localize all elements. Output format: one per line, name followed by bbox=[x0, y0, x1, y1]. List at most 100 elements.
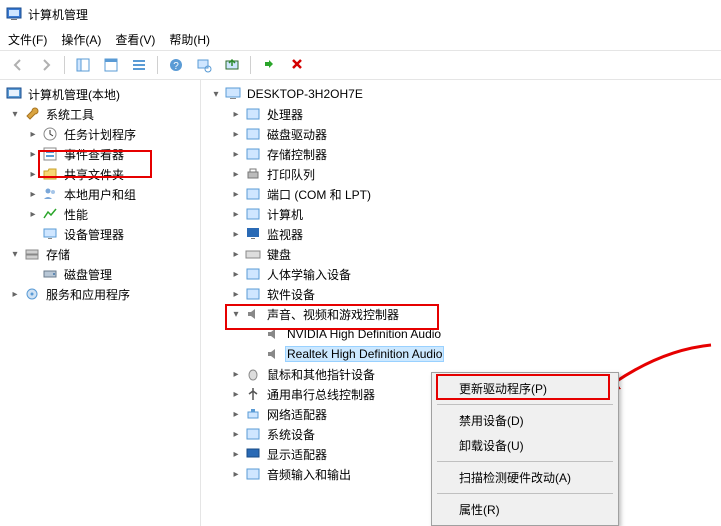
chevron-right-icon[interactable]: ▸ bbox=[26, 127, 40, 141]
local-users-node[interactable]: ▸ 本地用户和组 bbox=[0, 184, 200, 204]
forward-button[interactable] bbox=[34, 53, 58, 77]
ctx-uninstall-device[interactable]: 卸载设备(U) bbox=[435, 433, 615, 458]
system-tools-node[interactable]: ▾ 系统工具 bbox=[0, 104, 200, 124]
system-icon bbox=[245, 426, 261, 442]
shared-folders-node[interactable]: ▸ 共享文件夹 bbox=[0, 164, 200, 184]
device-node[interactable]: ▸计算机 bbox=[201, 204, 721, 224]
chevron-right-icon[interactable]: ▸ bbox=[26, 167, 40, 181]
left-tree-pane[interactable]: 计算机管理(本地) ▾ 系统工具 ▸ 任务计划程序 ▸ 事件查看器 ▸ 共享文件… bbox=[0, 80, 201, 526]
ctx-disable-device[interactable]: 禁用设备(D) bbox=[435, 408, 615, 433]
chevron-right-icon[interactable]: ▸ bbox=[8, 287, 22, 301]
services-apps-node[interactable]: ▸ 服务和应用程序 bbox=[0, 284, 200, 304]
device-label: 网络适配器 bbox=[265, 405, 329, 424]
local-users-label: 本地用户和组 bbox=[62, 185, 138, 204]
services-icon bbox=[24, 286, 40, 302]
chevron-right-icon[interactable]: ▸ bbox=[229, 247, 243, 261]
chevron-down-icon[interactable]: ▾ bbox=[209, 87, 223, 101]
chevron-down-icon[interactable]: ▾ bbox=[229, 307, 243, 321]
chevron-right-icon[interactable]: ▸ bbox=[229, 107, 243, 121]
performance-node[interactable]: ▸ 性能 bbox=[0, 204, 200, 224]
chevron-right-icon[interactable]: ▸ bbox=[229, 267, 243, 281]
device-manager-node[interactable]: 设备管理器 bbox=[0, 224, 200, 244]
chevron-right-icon[interactable]: ▸ bbox=[229, 287, 243, 301]
wrench-icon bbox=[24, 106, 40, 122]
svg-text:?: ? bbox=[173, 61, 179, 72]
help-button[interactable]: ? bbox=[164, 53, 188, 77]
device-node[interactable]: ▸键盘 bbox=[201, 244, 721, 264]
ctx-scan-hardware[interactable]: 扫描检测硬件改动(A) bbox=[435, 465, 615, 490]
printer-icon bbox=[245, 166, 261, 182]
device-manager-icon bbox=[42, 226, 58, 242]
shared-folders-label: 共享文件夹 bbox=[62, 165, 126, 184]
mouse-icon bbox=[245, 366, 261, 382]
device-node[interactable]: ▸存储控制器 bbox=[201, 144, 721, 164]
cpu-icon bbox=[245, 106, 261, 122]
chevron-right-icon[interactable]: ▸ bbox=[229, 227, 243, 241]
left-root-node[interactable]: 计算机管理(本地) bbox=[0, 84, 200, 104]
keyboard-icon bbox=[245, 246, 261, 262]
chevron-right-icon[interactable]: ▸ bbox=[229, 387, 243, 401]
right-tree-pane[interactable]: ▾ DESKTOP-3H2OH7E ▸处理器▸磁盘驱动器▸存储控制器▸打印队列▸… bbox=[201, 80, 721, 526]
sound-controllers-label: 声音、视频和游戏控制器 bbox=[265, 305, 401, 324]
device-node[interactable]: ▸处理器 bbox=[201, 104, 721, 124]
device-label: 软件设备 bbox=[265, 285, 317, 304]
menu-help[interactable]: 帮助(H) bbox=[169, 31, 210, 48]
device-node[interactable]: ▸ 磁盘驱动器 bbox=[201, 124, 721, 144]
update-driver-button[interactable] bbox=[220, 53, 244, 77]
chevron-right-icon[interactable]: ▸ bbox=[229, 167, 243, 181]
properties-toolbar-button[interactable] bbox=[99, 53, 123, 77]
device-node[interactable]: ▸ 软件设备 bbox=[201, 284, 721, 304]
device-node[interactable]: ▸打印队列 bbox=[201, 164, 721, 184]
show-hide-tree-button[interactable] bbox=[71, 53, 95, 77]
disk-management-node[interactable]: 磁盘管理 bbox=[0, 264, 200, 284]
chevron-right-icon[interactable]: ▸ bbox=[26, 147, 40, 161]
chevron-right-icon[interactable]: ▸ bbox=[229, 127, 243, 141]
device-label: 磁盘驱动器 bbox=[265, 125, 329, 144]
chevron-right-icon[interactable]: ▸ bbox=[229, 187, 243, 201]
chevron-right-icon[interactable]: ▸ bbox=[26, 187, 40, 201]
task-scheduler-node[interactable]: ▸ 任务计划程序 bbox=[0, 124, 200, 144]
chevron-right-icon[interactable]: ▸ bbox=[229, 447, 243, 461]
toolbar-sep bbox=[157, 56, 158, 74]
device-node[interactable]: NVIDIA High Definition Audio bbox=[201, 324, 721, 344]
chevron-right-icon[interactable]: ▸ bbox=[229, 467, 243, 481]
ctx-separator bbox=[437, 404, 613, 405]
menu-action[interactable]: 操作(A) bbox=[61, 31, 101, 48]
scan-hardware-button[interactable] bbox=[192, 53, 216, 77]
chevron-right-icon[interactable]: ▸ bbox=[229, 207, 243, 221]
device-node[interactable]: ▸ 端口 (COM 和 LPT) bbox=[201, 184, 721, 204]
uninstall-device-button[interactable] bbox=[285, 53, 309, 77]
device-node[interactable]: ▸人体学输入设备 bbox=[201, 264, 721, 284]
ctx-update-driver[interactable]: 更新驱动程序(P) bbox=[435, 376, 615, 401]
context-menu: 更新驱动程序(P) 禁用设备(D) 卸载设备(U) 扫描检测硬件改动(A) 属性… bbox=[431, 372, 619, 526]
app-icon bbox=[6, 6, 22, 22]
device-node[interactable]: Realtek High Definition Audio bbox=[201, 344, 721, 364]
chevron-right-icon[interactable]: ▸ bbox=[229, 427, 243, 441]
task-scheduler-label: 任务计划程序 bbox=[62, 125, 138, 144]
clock-icon bbox=[42, 126, 58, 142]
menu-view[interactable]: 查看(V) bbox=[115, 31, 155, 48]
menu-file[interactable]: 文件(F) bbox=[8, 31, 47, 48]
device-label: 通用串行总线控制器 bbox=[265, 385, 377, 404]
chevron-right-icon[interactable]: ▸ bbox=[229, 147, 243, 161]
storage-node[interactable]: ▾ 存储 bbox=[0, 244, 200, 264]
chevron-down-icon[interactable]: ▾ bbox=[8, 107, 22, 121]
chevron-down-icon[interactable]: ▾ bbox=[8, 247, 22, 261]
chevron-right-icon[interactable]: ▸ bbox=[229, 407, 243, 421]
monitor-icon bbox=[245, 226, 261, 242]
chevron-right-icon[interactable]: ▸ bbox=[26, 207, 40, 221]
ctx-properties[interactable]: 属性(R) bbox=[435, 497, 615, 522]
sound-controllers-node[interactable]: ▾ 声音、视频和游戏控制器 bbox=[201, 304, 721, 324]
chevron-right-icon[interactable]: ▸ bbox=[229, 367, 243, 381]
ctx-separator bbox=[437, 493, 613, 494]
device-node[interactable]: ▸监视器 bbox=[201, 224, 721, 244]
device-label: 端口 (COM 和 LPT) bbox=[265, 185, 373, 204]
software-icon bbox=[245, 286, 261, 302]
enable-device-button[interactable] bbox=[257, 53, 281, 77]
list-view-button[interactable] bbox=[127, 53, 151, 77]
device-label: 音频输入和输出 bbox=[265, 465, 353, 484]
right-root-node[interactable]: ▾ DESKTOP-3H2OH7E bbox=[201, 84, 721, 104]
back-button[interactable] bbox=[6, 53, 30, 77]
event-viewer-node[interactable]: ▸ 事件查看器 bbox=[0, 144, 200, 164]
users-icon bbox=[42, 186, 58, 202]
